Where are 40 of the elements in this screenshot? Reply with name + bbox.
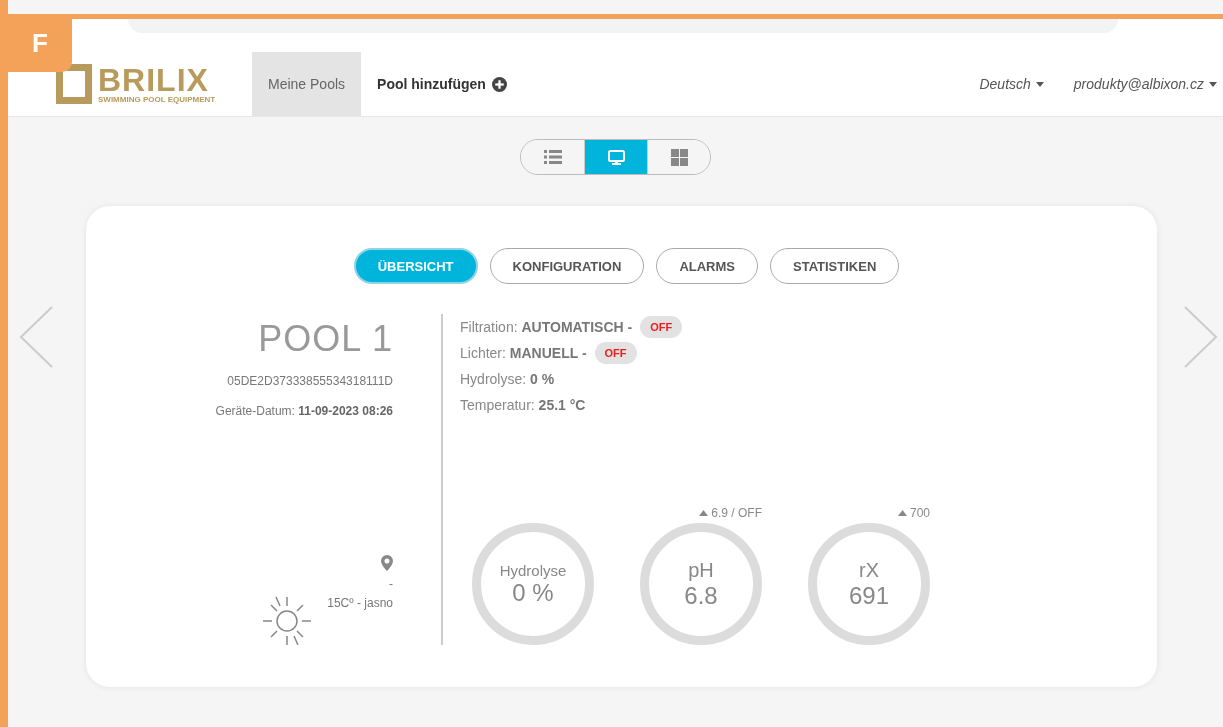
location-text: - (389, 577, 393, 591)
plus-icon (491, 76, 507, 92)
logo-icon (56, 64, 92, 104)
location-pin-icon (381, 555, 393, 571)
nav-item[interactable]: Meine Pools (252, 52, 362, 116)
triangle-icon (699, 510, 709, 516)
tab[interactable]: KONFIGURATION (489, 248, 645, 284)
tab[interactable]: STATISTIKEN (770, 248, 900, 284)
status-text: Temperatur: 25.1 °C (460, 397, 586, 413)
weather-text: 15Cº - jasno (327, 596, 393, 610)
list-icon (543, 150, 562, 164)
tab[interactable]: ALARMS (656, 248, 758, 284)
view-toggle-button[interactable] (647, 140, 710, 174)
gauge-label: rX (859, 558, 879, 582)
account-dropdown[interactable]: produkty@albixon.cz (1073, 76, 1217, 92)
status-text: Lichter: MANUELL - (460, 345, 587, 361)
gauge-label: pH (688, 558, 714, 582)
gauge-label: Hydrolyse (499, 561, 567, 579)
nav-item[interactable]: Pool hinzufügen (361, 52, 523, 116)
pool-name: POOL 1 (258, 318, 393, 360)
status-text: Filtration: AUTOMATISCH - (460, 319, 633, 335)
monitor-icon (607, 149, 625, 165)
status-badge: OFF (594, 342, 637, 364)
grid-icon (670, 148, 688, 166)
gauge-value: 0 % (512, 578, 554, 607)
device-date: Geräte-Datum: 11-09-2023 08:26 (215, 404, 393, 418)
view-toggle-button[interactable] (584, 140, 647, 174)
setpoint-text: 6.9 / OFF (711, 506, 762, 520)
gauge-value: 6.8 (684, 581, 718, 610)
caret-icon (1035, 81, 1044, 87)
setpoint-text: 700 (909, 506, 930, 520)
logo-tagline: SWIMMING POOL EQUIPMENT (98, 94, 216, 104)
serial-number: 05DE2D37333855534318111D (227, 374, 393, 388)
gauge-value: 691 (848, 581, 889, 610)
triangle-icon (897, 510, 907, 516)
logo-name: BRILIX (98, 64, 209, 95)
status-text: Hydrolyse: 0 % (460, 371, 555, 387)
status-badge: OFF (640, 316, 683, 338)
language-dropdown[interactable]: Deutsch (979, 76, 1044, 92)
caret-icon (1209, 81, 1217, 87)
